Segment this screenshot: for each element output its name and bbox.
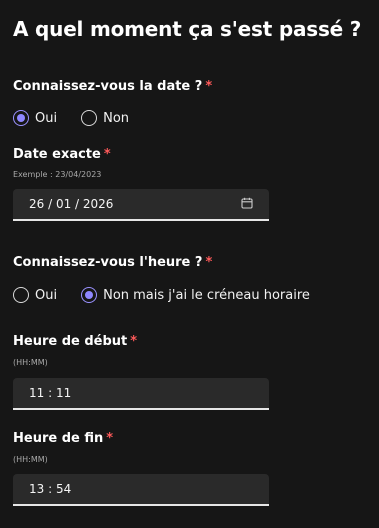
- end-time-hint: (HH:MM): [13, 455, 48, 464]
- start-time-value[interactable]: 11 : 11: [29, 386, 71, 400]
- radio-unchecked-icon[interactable]: [81, 110, 98, 126]
- start-time-label: Heure de début *: [13, 334, 137, 349]
- required-asterisk: *: [106, 431, 114, 446]
- radio-checked-icon[interactable]: [81, 287, 98, 303]
- date-known-oui-radio[interactable]: Oui: [13, 110, 57, 126]
- end-time-value[interactable]: 13 : 54: [29, 482, 71, 496]
- exact-date-label: Date exacte *: [13, 147, 111, 162]
- exact-date-label-text: Date exacte: [13, 147, 101, 162]
- exact-date-input[interactable]: 26 / 01 / 2026: [13, 189, 269, 221]
- exact-date-hint: Exemple : 23/04/2023: [13, 170, 102, 179]
- required-asterisk: *: [205, 255, 213, 270]
- time-known-question-text: Connaissez-vous l'heure ?: [13, 255, 203, 270]
- time-known-radio-group: Oui Non mais j'ai le créneau horaire: [13, 285, 318, 305]
- time-known-slot-label[interactable]: Non mais j'ai le créneau horaire: [103, 288, 310, 303]
- date-known-radio-group: Oui Non: [13, 108, 137, 128]
- radio-checked-icon[interactable]: [13, 110, 29, 126]
- calendar-icon[interactable]: [241, 197, 253, 209]
- time-known-oui-radio[interactable]: Oui: [13, 287, 57, 303]
- date-known-non-label[interactable]: Non: [103, 111, 129, 126]
- required-asterisk: *: [205, 79, 213, 94]
- start-time-input[interactable]: 11 : 11: [13, 378, 269, 410]
- start-time-hint: (HH:MM): [13, 358, 48, 367]
- radio-unchecked-icon[interactable]: [13, 287, 29, 303]
- end-time-input[interactable]: 13 : 54: [13, 474, 269, 506]
- time-known-oui-label[interactable]: Oui: [35, 288, 57, 303]
- required-asterisk: *: [130, 334, 138, 349]
- time-known-question: Connaissez-vous l'heure ? *: [13, 255, 212, 270]
- date-known-question: Connaissez-vous la date ? *: [13, 79, 212, 94]
- date-known-non-radio[interactable]: Non: [81, 110, 129, 126]
- start-time-label-text: Heure de début: [13, 334, 128, 349]
- exact-date-value[interactable]: 26 / 01 / 2026: [29, 197, 113, 211]
- end-time-label-text: Heure de fin: [13, 431, 104, 446]
- date-known-oui-label[interactable]: Oui: [35, 111, 57, 126]
- time-known-slot-radio[interactable]: Non mais j'ai le créneau horaire: [81, 287, 310, 303]
- end-time-label: Heure de fin *: [13, 431, 113, 446]
- date-known-question-text: Connaissez-vous la date ?: [13, 79, 203, 94]
- page-title: A quel moment ça s'est passé ?: [13, 17, 362, 41]
- required-asterisk: *: [103, 147, 111, 162]
